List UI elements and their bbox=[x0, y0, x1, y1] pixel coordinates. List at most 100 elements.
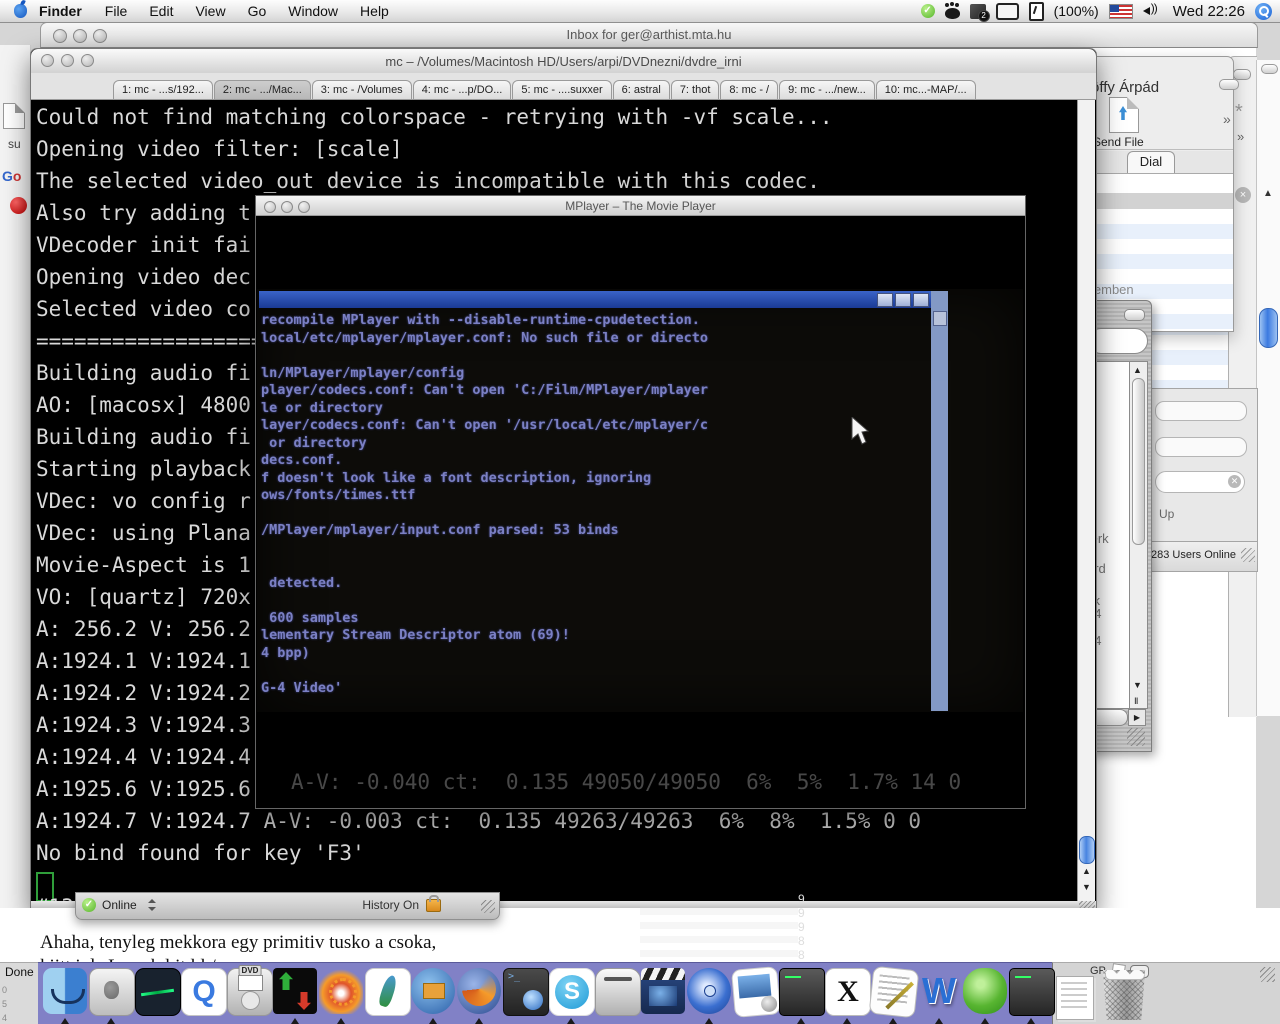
search-input[interactable] bbox=[1088, 328, 1148, 354]
input-field[interactable] bbox=[1155, 401, 1247, 421]
thunderbird-icon[interactable] bbox=[410, 966, 456, 1024]
scroll-down-icon[interactable]: ▼ bbox=[1133, 680, 1142, 690]
terminal-tab[interactable]: 3: mc - /Volumes bbox=[312, 80, 412, 99]
menu-clock[interactable]: Wed 22:26 bbox=[1173, 3, 1245, 20]
toolbar-overflow-icon[interactable]: » bbox=[1223, 111, 1231, 127]
terminal-tab[interactable]: 8: mc - / bbox=[720, 80, 778, 99]
terminal-line: A:1924.7 V:1924.7 A-V: -0.003 ct: 0.135 … bbox=[36, 808, 1076, 840]
terminal-tab[interactable]: 6: astral bbox=[613, 80, 670, 99]
minimize-pill-icon[interactable] bbox=[1219, 79, 1239, 90]
scroll-up-icon[interactable]: ▲ bbox=[1263, 188, 1273, 199]
finder-icon[interactable] bbox=[42, 966, 88, 1024]
terminal-tab[interactable]: 2: mc - .../Mac... bbox=[214, 80, 311, 99]
online-status-icon[interactable]: ✓ bbox=[82, 898, 96, 912]
text-document-icon[interactable] bbox=[870, 966, 916, 1024]
mail-scrollbar[interactable]: ▲ bbox=[1256, 60, 1280, 716]
feather-app-icon[interactable] bbox=[364, 966, 410, 1024]
x11-icon[interactable]: X bbox=[824, 966, 870, 1024]
send-file-button[interactable]: Send File bbox=[1093, 135, 1144, 149]
spotlight-icon[interactable] bbox=[1255, 3, 1272, 20]
trash-icon[interactable] bbox=[1100, 970, 1148, 1020]
minimize-pill-icon[interactable] bbox=[1261, 64, 1278, 74]
metal-scrollbar[interactable]: ▲ ▼ Ⅱ bbox=[1129, 361, 1148, 709]
status-dropdown-icon[interactable] bbox=[148, 898, 156, 912]
skype-icon[interactable]: S bbox=[548, 966, 594, 1024]
battery-level[interactable]: (100%) bbox=[1054, 3, 1099, 19]
menu-item[interactable]: Window bbox=[277, 3, 349, 19]
firefox-icon[interactable] bbox=[456, 966, 502, 1024]
video-console-line: ln/MPlayer/mplayer/config bbox=[261, 365, 926, 383]
scroll-up-icon[interactable]: ▲ bbox=[1082, 866, 1091, 876]
us-flag-icon[interactable] bbox=[1109, 4, 1133, 19]
terminal-tab[interactable]: 9: mc - .../new... bbox=[779, 80, 875, 99]
document-stack-icon[interactable] bbox=[1056, 976, 1094, 1020]
video-console-line: recompile MPlayer with --disable-runtime… bbox=[261, 312, 926, 330]
terminal-tab[interactable]: 10: mc...-MAP/... bbox=[876, 80, 976, 99]
terminal-scrollbar[interactable]: ▲ ▼ bbox=[1077, 100, 1095, 901]
system-preferences-icon[interactable] bbox=[88, 966, 134, 1024]
close-badge-icon[interactable]: × bbox=[1235, 187, 1251, 203]
scrollbar-thumb[interactable] bbox=[1259, 308, 1278, 348]
iphoto-icon[interactable] bbox=[732, 966, 778, 1024]
video-scroll-box bbox=[933, 311, 947, 326]
resize-grip[interactable] bbox=[481, 900, 495, 913]
apple-menu-icon[interactable] bbox=[14, 4, 27, 18]
app-badge-icon[interactable]: 2 bbox=[970, 4, 986, 19]
volume-icon[interactable] bbox=[1143, 4, 1163, 18]
tab-dial[interactable]: Dial bbox=[1127, 151, 1175, 173]
resize-grip[interactable] bbox=[1127, 728, 1145, 746]
skype-status-icon[interactable]: ✓ bbox=[921, 4, 935, 18]
mail-window-titlebar[interactable]: Inbox for ger@arthist.mta.hu bbox=[40, 22, 1258, 48]
menu-item[interactable]: Go bbox=[237, 3, 278, 19]
dvd-player-icon[interactable] bbox=[686, 966, 732, 1024]
activity-monitor-icon[interactable] bbox=[134, 966, 180, 1024]
scrollbar-thumb[interactable] bbox=[1132, 378, 1145, 545]
terminal-tab[interactable]: 5: mc - ....suxxer bbox=[512, 80, 611, 99]
send-file-icon[interactable] bbox=[1109, 97, 1139, 133]
dvd-ipod-icon[interactable]: DVD bbox=[226, 966, 272, 1024]
terminal-tab[interactable]: 1: mc - ...s/192... bbox=[113, 80, 213, 99]
scroll-up-icon[interactable]: ▲ bbox=[1133, 365, 1142, 375]
menu-item[interactable]: File bbox=[94, 3, 139, 19]
clear-icon[interactable]: ✕ bbox=[1228, 475, 1241, 488]
toolbar-overflow-icon[interactable]: » bbox=[1237, 129, 1244, 144]
menu-item[interactable]: Edit bbox=[138, 3, 184, 19]
file-transfer-icon[interactable] bbox=[272, 966, 318, 1024]
resize-grip[interactable] bbox=[1241, 548, 1255, 562]
terminal-titlebar[interactable]: mc – /Volumes/Macintosh HD/Users/arpi/DV… bbox=[31, 49, 1096, 74]
video-console-line: le or directory bbox=[261, 400, 926, 418]
scrollbar-thumb[interactable] bbox=[1079, 836, 1095, 864]
terminal-tab[interactable]: 4: mc - ...p/DO... bbox=[413, 80, 512, 99]
word-icon[interactable]: W bbox=[916, 966, 962, 1024]
video-console-line: layer/codecs.conf: Can't open '/usr/loca… bbox=[261, 417, 926, 435]
remote-desktop-icon[interactable] bbox=[502, 966, 548, 1024]
badge-count: 2 bbox=[978, 10, 990, 22]
scroll-down-icon[interactable]: ▼ bbox=[1082, 882, 1091, 892]
movie-clapper-icon[interactable] bbox=[640, 966, 686, 1024]
display-icon[interactable] bbox=[996, 3, 1019, 20]
quicktime-icon[interactable]: Q bbox=[180, 966, 226, 1024]
terminal2-icon[interactable] bbox=[1008, 966, 1054, 1024]
app-menu-finder[interactable]: Finder bbox=[27, 3, 94, 19]
terminal-line: Opening video filter: [scale] bbox=[36, 136, 1076, 168]
minimize-pill-icon[interactable] bbox=[1124, 309, 1145, 321]
video-frame[interactable]: recompile MPlayer with --disable-runtime… bbox=[257, 289, 1023, 712]
terminal-tab[interactable]: 7: thot bbox=[671, 80, 720, 99]
scroll-right-icon[interactable]: ▶ bbox=[1128, 709, 1146, 726]
input-field[interactable] bbox=[1155, 437, 1247, 457]
spiral-app-icon[interactable] bbox=[318, 966, 364, 1024]
mplayer-titlebar[interactable]: MPlayer – The Movie Player bbox=[256, 196, 1025, 216]
paw-icon[interactable] bbox=[945, 8, 960, 19]
skype-window-title: öffy Árpád bbox=[1091, 79, 1159, 96]
toast-icon[interactable] bbox=[594, 966, 640, 1024]
online-status-label[interactable]: Online bbox=[102, 898, 137, 912]
green-app-icon[interactable] bbox=[962, 966, 1008, 1024]
terminal-icon[interactable] bbox=[778, 966, 824, 1024]
menu-item[interactable]: Help bbox=[349, 3, 400, 19]
left-window-fragment: su Go bbox=[0, 45, 31, 908]
search-field[interactable]: ✕ bbox=[1155, 471, 1245, 493]
video-console-line: detected. bbox=[261, 575, 926, 593]
menu-item[interactable]: View bbox=[184, 3, 236, 19]
resize-grip[interactable] bbox=[1260, 967, 1275, 982]
sync-icon[interactable] bbox=[1029, 2, 1044, 21]
